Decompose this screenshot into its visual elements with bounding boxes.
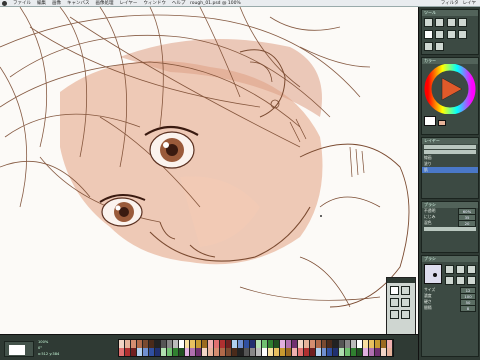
layer-opacity-slider[interactable] bbox=[424, 145, 476, 149]
layer-panel: レイヤー 線画 塗り 肌 bbox=[421, 137, 479, 199]
setting-row-mix[interactable]: 混色 20 bbox=[422, 219, 478, 227]
setting-value[interactable]: 20 bbox=[458, 219, 476, 227]
drawing-canvas[interactable] bbox=[0, 7, 418, 342]
tool-watercolor-icon[interactable] bbox=[423, 29, 433, 39]
tool-pen-icon[interactable] bbox=[423, 17, 433, 27]
brush-tip-icon[interactable] bbox=[466, 275, 476, 285]
tool-brush-icon[interactable] bbox=[435, 17, 445, 27]
tool-eraser-icon[interactable] bbox=[458, 17, 468, 27]
tool-airbrush-icon[interactable] bbox=[446, 17, 456, 27]
brush-preview bbox=[424, 264, 442, 284]
brush-tool-icon[interactable] bbox=[389, 297, 399, 307]
tools-panel: ツール bbox=[421, 9, 479, 55]
setting-slider[interactable] bbox=[424, 227, 476, 231]
menu-right-1[interactable]: フィルタ bbox=[441, 0, 459, 6]
brush-row-spacing[interactable]: 間隔 8 bbox=[422, 304, 478, 312]
layer-mode-select[interactable] bbox=[424, 150, 476, 154]
color-swatch[interactable] bbox=[387, 348, 393, 356]
bucket-tool-icon[interactable] bbox=[389, 309, 399, 319]
menu-file[interactable]: ファイル bbox=[13, 0, 31, 6]
brush-panel: ブラシ サイズ 12 濃度 100 硬さ 50 間隔 8 bbox=[421, 255, 479, 357]
menu-right-2[interactable]: レイヤ bbox=[463, 0, 476, 6]
eraser-tool-icon[interactable] bbox=[401, 297, 411, 307]
apple-icon[interactable] bbox=[2, 0, 7, 6]
brush-tip-icon[interactable] bbox=[466, 264, 476, 274]
brush-tip-icon[interactable] bbox=[455, 264, 465, 274]
tool-zoom-icon[interactable] bbox=[435, 41, 445, 51]
color-wheel[interactable] bbox=[422, 63, 478, 115]
rotate-label[interactable]: 0° bbox=[38, 346, 42, 350]
sub-color-swatch[interactable] bbox=[438, 120, 446, 126]
pencil-tool-icon[interactable] bbox=[401, 285, 411, 295]
layer-item-selected[interactable]: 肌 bbox=[422, 167, 478, 173]
cursor-status: x:512 y:384 bbox=[38, 352, 60, 356]
illustration bbox=[0, 7, 410, 308]
navigator-thumbnail bbox=[9, 345, 25, 355]
layer-panel-title: レイヤー bbox=[422, 138, 478, 144]
menu-window[interactable]: ウィンドウ bbox=[143, 0, 166, 6]
color-panel: カラー bbox=[421, 57, 479, 135]
tool-select-icon[interactable] bbox=[435, 29, 445, 39]
navigator-preview[interactable] bbox=[4, 341, 34, 357]
tool-settings-panel: ブラシ 不透明 60% にじみ 35 混色 20 bbox=[421, 201, 479, 253]
blur-tool-icon[interactable] bbox=[401, 309, 411, 319]
brush-tip-icon[interactable] bbox=[455, 275, 465, 285]
right-palette: ツール カラー レイヤー 線画 塗り 肌 ブラシ 不透明 60% にじみ 35 … bbox=[418, 7, 480, 360]
tool-fill-icon[interactable] bbox=[458, 29, 468, 39]
brush-tip-icon[interactable] bbox=[444, 275, 454, 285]
color-set-palette[interactable] bbox=[118, 339, 394, 357]
brush-tip-icon[interactable] bbox=[444, 264, 454, 274]
brush-value[interactable]: 8 bbox=[460, 304, 476, 312]
floating-tool-palette[interactable] bbox=[386, 277, 416, 341]
layer-item-label: 肌 bbox=[424, 167, 428, 172]
menu-layer[interactable]: レイヤー bbox=[120, 0, 138, 6]
menu-filter[interactable]: 画像処理 bbox=[96, 0, 114, 6]
menu-canvas[interactable]: キャンバス bbox=[67, 0, 90, 6]
menu-help[interactable]: ヘルプ bbox=[172, 0, 186, 6]
brush-label: 間隔 bbox=[424, 305, 432, 310]
setting-label: 混色 bbox=[424, 220, 432, 225]
document-title: rough_01.psd @ 100% bbox=[190, 1, 241, 6]
main-color-swatch[interactable] bbox=[424, 116, 436, 126]
brush-cursor-icon bbox=[320, 215, 322, 217]
menu-edit[interactable]: 編集 bbox=[37, 0, 46, 6]
pen-tool-icon[interactable] bbox=[389, 285, 399, 295]
color-swatch[interactable] bbox=[387, 340, 393, 348]
tool-move-icon[interactable] bbox=[446, 29, 456, 39]
bottom-status-bar: 100% 0° x:512 y:384 bbox=[0, 334, 418, 360]
tool-hand-icon[interactable] bbox=[423, 41, 433, 51]
menu-image[interactable]: 画像 bbox=[52, 0, 61, 6]
zoom-label[interactable]: 100% bbox=[38, 340, 48, 344]
